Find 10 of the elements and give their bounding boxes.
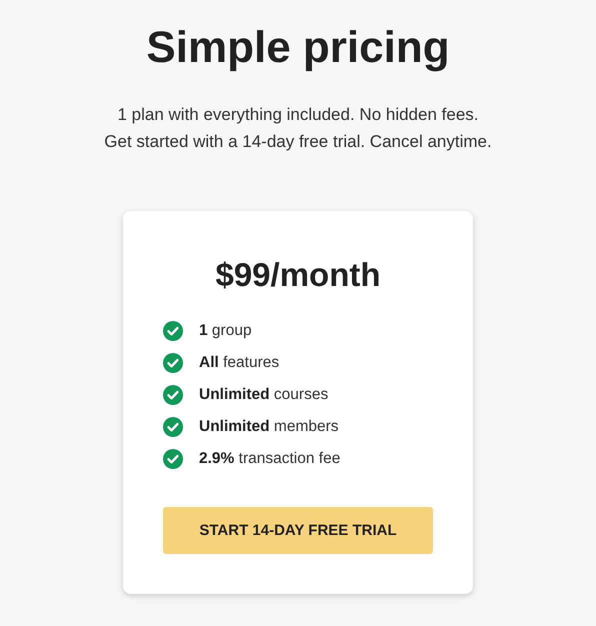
subtitle-line: 1 plan with everything included. No hidden fees. xyxy=(117,104,478,126)
feature-text: 1 group xyxy=(199,322,252,340)
feature-text: Unlimited courses xyxy=(199,386,328,404)
subtitle-line: Get started with a 14-day free trial. Cancel anytime. xyxy=(104,131,492,153)
page-title: Simple pricing xyxy=(146,22,450,74)
feature-text: All features xyxy=(199,354,280,372)
start-trial-button[interactable]: START 14-DAY FREE TRIAL xyxy=(163,507,433,554)
price: $99/month xyxy=(215,255,381,295)
feature-text: 2.9% transaction fee xyxy=(199,450,340,468)
feature-text: Unlimited members xyxy=(199,418,339,436)
